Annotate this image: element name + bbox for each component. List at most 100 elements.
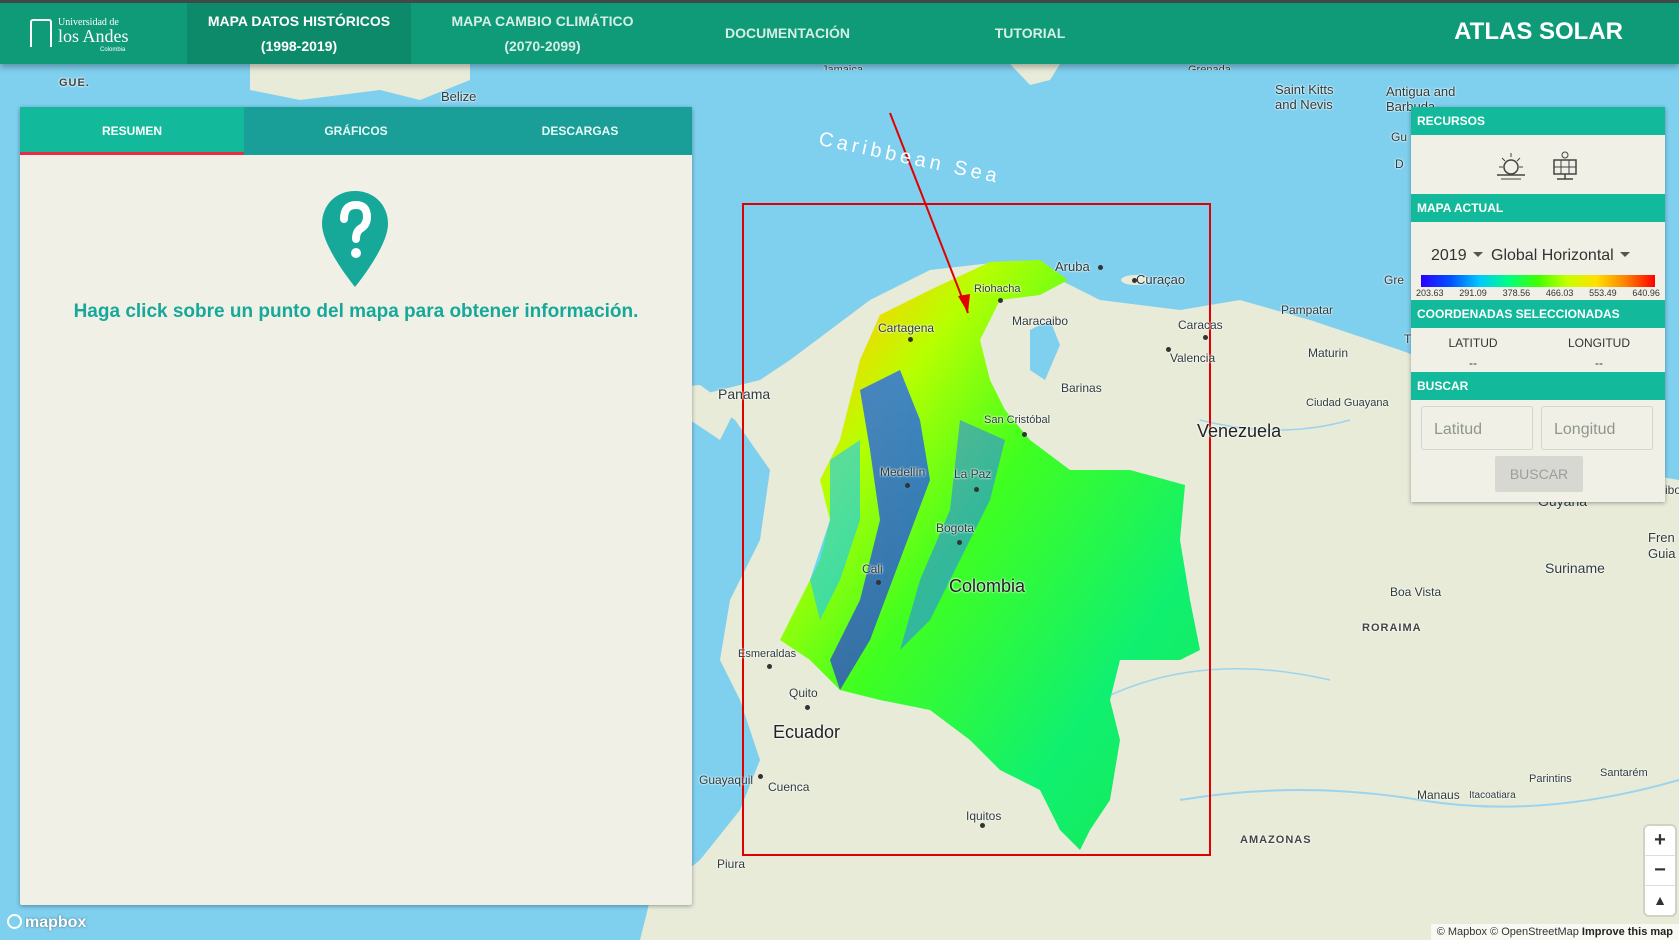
- map-label: GUE.: [59, 77, 90, 89]
- map-label: Quito: [789, 686, 818, 700]
- scale-tick: 466.03: [1545, 288, 1574, 298]
- city-dot: [876, 580, 881, 585]
- map-label: Santarém: [1600, 767, 1648, 779]
- map-label: Medellín: [880, 465, 926, 479]
- map-label: Bogota: [936, 521, 975, 535]
- map-label: Colombia: [949, 576, 1026, 596]
- buscar-button[interactable]: BUSCAR: [1495, 456, 1583, 492]
- mapbox-logo[interactable]: mapbox: [7, 914, 86, 932]
- solar-panel-icon[interactable]: [1553, 151, 1577, 180]
- map-label: Barinas: [1061, 381, 1102, 395]
- mapbox-logo-icon: [7, 914, 22, 929]
- scale-tick: 553.49: [1589, 288, 1617, 298]
- map-label: Guayaquil: [699, 773, 754, 787]
- map-label: Gu: [1391, 130, 1408, 144]
- map-label: Manaus: [1417, 788, 1460, 802]
- logo-mark-icon: [30, 19, 52, 47]
- map-label: Caracas: [1178, 318, 1223, 332]
- brand-title: ATLAS SOLAR: [1454, 18, 1623, 45]
- scale-tick: 640.96: [1632, 288, 1660, 298]
- city-dot: [1132, 278, 1137, 283]
- map-label: RORAIMA: [1362, 622, 1422, 634]
- university-logo[interactable]: Universidad de los Andes Colombia: [30, 15, 130, 55]
- map-label: San Cristóbal: [984, 414, 1051, 426]
- map-label: Ciudad Guayana: [1306, 397, 1389, 409]
- city-dot: [1203, 335, 1208, 340]
- nav-tutorial[interactable]: TUTORIAL: [960, 3, 1100, 64]
- longitud-label: LONGITUD: [1567, 336, 1630, 350]
- nav-label: TUTORIAL: [994, 25, 1066, 41]
- section-recursos: RECURSOS: [1411, 107, 1665, 135]
- top-navbar: Universidad de los Andes Colombia MAPA D…: [0, 0, 1679, 64]
- map-label: Gre: [1384, 273, 1405, 287]
- map-label: Ecuador: [773, 722, 841, 742]
- map-label: Cartagena: [878, 321, 935, 335]
- map-attribution: © Mapbox © OpenStreetMap Improve this ma…: [1430, 924, 1679, 940]
- nav-label: MAPA DATOS HISTÓRICOS: [207, 12, 391, 29]
- nav-mapa-cambio-climatico[interactable]: MAPA CAMBIO CLIMÁTICO (2070-2099): [430, 3, 655, 64]
- zoom-in-button[interactable]: +: [1645, 826, 1675, 856]
- longitud-value: --: [1595, 356, 1603, 370]
- latitud-input[interactable]: Latitud: [1421, 406, 1533, 450]
- resource-icons: [1497, 151, 1577, 180]
- map-label: Riohacha: [974, 283, 1021, 295]
- map-label: Suriname: [1545, 560, 1605, 576]
- city-dot: [1098, 265, 1103, 270]
- map-label: Panama: [718, 386, 771, 402]
- map-label: D: [1395, 157, 1404, 171]
- info-panel: RESUMEN GRÁFICOS DESCARGAS Haga click so…: [20, 107, 692, 905]
- sun-radiation-icon[interactable]: [1497, 153, 1525, 180]
- color-scale-ticks: 203.63 291.09 378.56 466.03 553.49 640.9…: [1416, 288, 1660, 298]
- map-label: Jamaica: [822, 64, 863, 70]
- section-buscar: BUSCAR: [1411, 372, 1665, 400]
- year-select[interactable]: 2019: [1431, 247, 1483, 265]
- longitud-input[interactable]: Longitud: [1541, 406, 1653, 450]
- latitud-value: --: [1469, 356, 1477, 370]
- city-dot: [957, 540, 962, 545]
- map-label: Pampatar: [1281, 303, 1334, 317]
- map-label: Parintins: [1529, 773, 1572, 785]
- map-label: Itacoatiara: [1469, 790, 1516, 801]
- city-dot: [905, 483, 910, 488]
- map-zoom-controls: + − ▲: [1645, 826, 1675, 915]
- logo-text-line2: los Andes: [58, 26, 129, 46]
- map-label: Valencia: [1170, 351, 1216, 365]
- map-label: Saint Kitts and Nevis: [1275, 82, 1334, 112]
- city-dot: [758, 774, 763, 779]
- city-dot: [1022, 432, 1027, 437]
- variable-select[interactable]: Global Horizontal: [1491, 247, 1630, 265]
- city-dot: [908, 337, 913, 342]
- map-label: La Paz: [954, 467, 992, 481]
- city-dot: [1166, 347, 1171, 352]
- nav-mapa-historicos[interactable]: MAPA DATOS HISTÓRICOS (1998-2019): [187, 3, 411, 64]
- scale-tick: 378.56: [1502, 288, 1531, 298]
- nav-documentacion[interactable]: DOCUMENTACIÓN: [700, 3, 875, 64]
- scale-tick: 203.63: [1416, 288, 1444, 298]
- zoom-out-button[interactable]: −: [1645, 856, 1675, 886]
- city-dot: [980, 823, 985, 828]
- map-label: Cuenca: [768, 780, 810, 794]
- map-label: Belize: [441, 89, 477, 104]
- nav-sublabel: (1998-2019): [260, 37, 338, 54]
- tab-descargas[interactable]: DESCARGAS: [468, 107, 692, 155]
- map-label: Maracaibo: [1012, 314, 1069, 328]
- mapbox-logo-text: mapbox: [25, 914, 87, 931]
- map-label: Piura: [717, 857, 746, 871]
- city-dot: [998, 298, 1003, 303]
- map-label: Fren Guia: [1648, 530, 1676, 561]
- tab-resumen[interactable]: RESUMEN: [20, 107, 244, 155]
- section-coordenadas: COORDENADAS SELECCIONADAS: [1411, 300, 1665, 328]
- map-label: Cali: [862, 562, 883, 576]
- tab-graficos[interactable]: GRÁFICOS: [244, 107, 468, 155]
- attribution-text[interactable]: © Mapbox © OpenStreetMap: [1437, 926, 1579, 938]
- section-mapa-actual: MAPA ACTUAL: [1411, 194, 1665, 222]
- color-scale-bar: [1421, 275, 1655, 287]
- map-label: Maturin: [1308, 346, 1349, 360]
- nav-label: DOCUMENTACIÓN: [725, 25, 850, 41]
- map-label: Esmeraldas: [738, 648, 797, 660]
- compass-reset-button[interactable]: ▲: [1645, 886, 1675, 915]
- improve-map-link[interactable]: Improve this map: [1582, 926, 1673, 938]
- map-label: ibo: [1665, 483, 1679, 497]
- scale-tick: 291.09: [1459, 288, 1487, 298]
- latitud-label: LATITUD: [1448, 336, 1498, 350]
